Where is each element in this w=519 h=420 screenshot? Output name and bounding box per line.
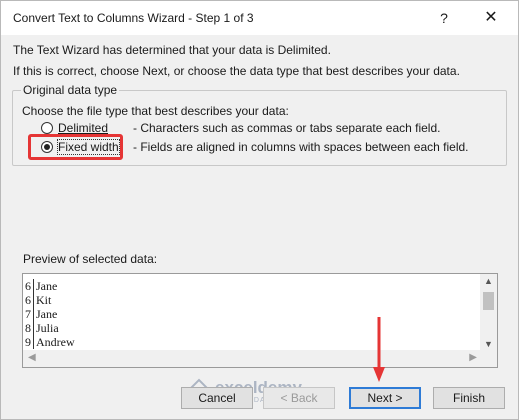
radio-label: Delimited (58, 121, 109, 135)
close-icon[interactable]: ✕ (479, 7, 503, 29)
preview-row: 7 Jane (25, 307, 58, 321)
next-button[interactable]: Next > (349, 387, 421, 409)
group-legend: Original data type (21, 83, 120, 97)
preview-rows: 6 Jane 6 Kit 7 Jane 8 Julia 9 Andrew (23, 279, 483, 349)
help-icon[interactable]: ? (434, 8, 454, 28)
intro-text-1: The Text Wizard has determined that your… (13, 43, 331, 57)
back-button[interactable]: < Back (263, 387, 335, 409)
scroll-down-icon[interactable]: ▼ (480, 339, 497, 349)
cancel-button[interactable]: Cancel (181, 387, 253, 409)
preview-label: Preview of selected data: (23, 252, 158, 266)
annotation-arrow-icon (373, 317, 385, 382)
text-to-columns-dialog: Convert Text to Columns Wizard - Step 1 … (0, 0, 519, 420)
preview-row: 9 Andrew (25, 335, 75, 349)
radio-button[interactable] (41, 122, 53, 134)
preview-row: 6 Kit (25, 293, 52, 307)
scroll-up-icon[interactable]: ▲ (480, 276, 497, 286)
scroll-thumb[interactable] (483, 292, 494, 310)
radio-description: - Characters such as commas or tabs sepa… (133, 121, 441, 135)
scroll-right-icon[interactable]: ▶ (469, 352, 477, 363)
data-preview[interactable]: 6 Jane 6 Kit 7 Jane 8 Julia 9 Andrew ▲ ▼ ◀ ▶ (22, 273, 498, 368)
preview-row: 6 Jane (25, 279, 58, 293)
intro-text-2: If this is correct, choose Next, or choo… (13, 64, 460, 78)
file-type-prompt: Choose the file type that best describes… (22, 104, 289, 118)
vertical-scrollbar[interactable]: ▲ ▼ (480, 274, 497, 351)
preview-row: 8 Julia (25, 321, 59, 335)
annotation-highlight-box (28, 134, 123, 160)
finish-button[interactable]: Finish (433, 387, 505, 409)
horizontal-scrollbar[interactable]: ◀ ▶ (23, 350, 497, 367)
scroll-left-icon[interactable]: ◀ (28, 352, 36, 363)
radio-description: - Fields are aligned in columns with spa… (133, 140, 469, 154)
dialog-title: Convert Text to Columns Wizard - Step 1 … (13, 11, 254, 25)
title-bar: Convert Text to Columns Wizard - Step 1 … (1, 1, 518, 35)
